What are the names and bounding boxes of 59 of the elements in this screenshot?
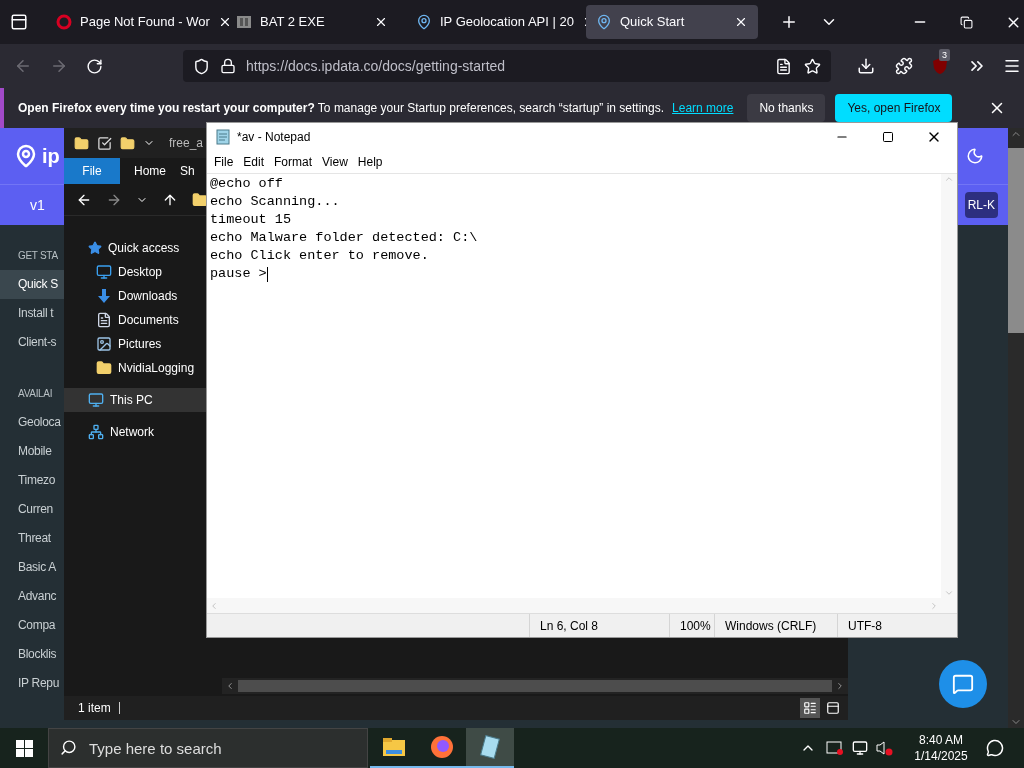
navigation-item[interactable]: Pictures bbox=[64, 332, 206, 356]
navigation-item[interactable]: Desktop bbox=[64, 260, 206, 284]
sidebar-item[interactable]: Curren bbox=[0, 495, 64, 524]
address-bar[interactable]: https://docs.ipdata.co/docs/getting-started bbox=[183, 50, 831, 82]
learn-more-link[interactable]: Learn more bbox=[672, 99, 734, 117]
status-text: Windows (CRLF) bbox=[714, 614, 837, 637]
navigation-item[interactable]: Quick access bbox=[64, 236, 206, 260]
menu-item[interactable]: Format bbox=[269, 153, 318, 171]
ribbon-tab[interactable]: Home bbox=[120, 158, 166, 184]
sidebar-item[interactable]: Advanc bbox=[0, 582, 64, 611]
sidebar-item[interactable]: Mobile bbox=[0, 437, 64, 466]
sidebar-item[interactable]: Basic A bbox=[0, 553, 64, 582]
text-line: @echo off bbox=[210, 175, 283, 193]
text-line: echo Malware folder detected: C:\ bbox=[210, 229, 478, 247]
ribbon-tab[interactable]: File bbox=[64, 158, 120, 184]
navigation-item[interactable]: This PC bbox=[64, 388, 206, 412]
confirm-button[interactable]: Yes, open Firefox bbox=[835, 94, 953, 122]
notification-message: Open Firefox every time you restart your computer? To manage your Startup preferences, search “startup” in settings. bbox=[18, 100, 665, 117]
status-text: 1 item bbox=[78, 700, 111, 717]
menu-item[interactable]: File bbox=[209, 153, 239, 171]
sidebar-item[interactable]: Geoloca bbox=[0, 408, 64, 437]
menu-item[interactable]: View bbox=[317, 153, 353, 171]
sidebar-heading: AVAILAI bbox=[17, 387, 54, 401]
menu-item[interactable]: Edit bbox=[238, 153, 270, 171]
sidebar-item[interactable]: Quick S bbox=[0, 270, 64, 299]
navigation-item[interactable]: Downloads bbox=[64, 284, 206, 308]
navigation-item[interactable]: Network bbox=[64, 420, 206, 444]
status-text: Ln 6, Col 8 bbox=[529, 614, 669, 637]
version-label[interactable]: v1 bbox=[30, 194, 45, 216]
logo-text: ip bbox=[42, 144, 60, 169]
status-text: UTF-8 bbox=[837, 614, 945, 637]
extension-badge: 3 bbox=[939, 49, 950, 61]
text-line: timeout 15 bbox=[210, 211, 291, 229]
header-button[interactable]: RL-K bbox=[964, 192, 998, 218]
window-title: free_a bbox=[169, 135, 204, 152]
text-line: pause > bbox=[210, 265, 267, 283]
window-title: *av - Notepad bbox=[237, 129, 311, 146]
sidebar-heading: GET STA bbox=[17, 249, 59, 263]
menu-item[interactable]: Help bbox=[352, 153, 388, 171]
dismiss-button[interactable]: No thanks bbox=[747, 94, 826, 122]
navigation-item[interactable]: NvidiaLogging bbox=[64, 356, 206, 380]
navigation-item[interactable]: Documents bbox=[64, 308, 206, 332]
sidebar-item[interactable]: Timezo bbox=[0, 466, 64, 495]
browser-tab[interactable]: Page Not Found - Wor bbox=[46, 5, 218, 39]
text-area[interactable]: @echo off echo Scanning... timeout 15 echo Malware folder detected: C:\ echo Click enter to remove. pause > bbox=[207, 174, 941, 598]
sidebar-item[interactable]: Threat bbox=[0, 524, 64, 553]
search-field[interactable]: Type here to search bbox=[48, 728, 368, 768]
browser-tab[interactable]: Quick Start bbox=[586, 5, 758, 39]
clock[interactable]: 8:40 AM 1/14/2025 bbox=[906, 732, 976, 764]
status-text: 100% bbox=[669, 614, 714, 637]
ribbon-tab[interactable]: Sh bbox=[166, 158, 195, 184]
sidebar-item[interactable]: IP Repu bbox=[0, 669, 64, 698]
sidebar-item[interactable]: Install t bbox=[0, 299, 64, 328]
browser-tab[interactable]: BAT 2 EXE bbox=[226, 5, 398, 39]
text-line: echo Scanning... bbox=[210, 193, 340, 211]
sidebar-item[interactable]: Blocklis bbox=[0, 640, 64, 669]
sidebar-item[interactable]: Client-s bbox=[0, 328, 64, 357]
sidebar-item[interactable]: Compa bbox=[0, 611, 64, 640]
text-line: echo Click enter to remove. bbox=[210, 247, 429, 265]
